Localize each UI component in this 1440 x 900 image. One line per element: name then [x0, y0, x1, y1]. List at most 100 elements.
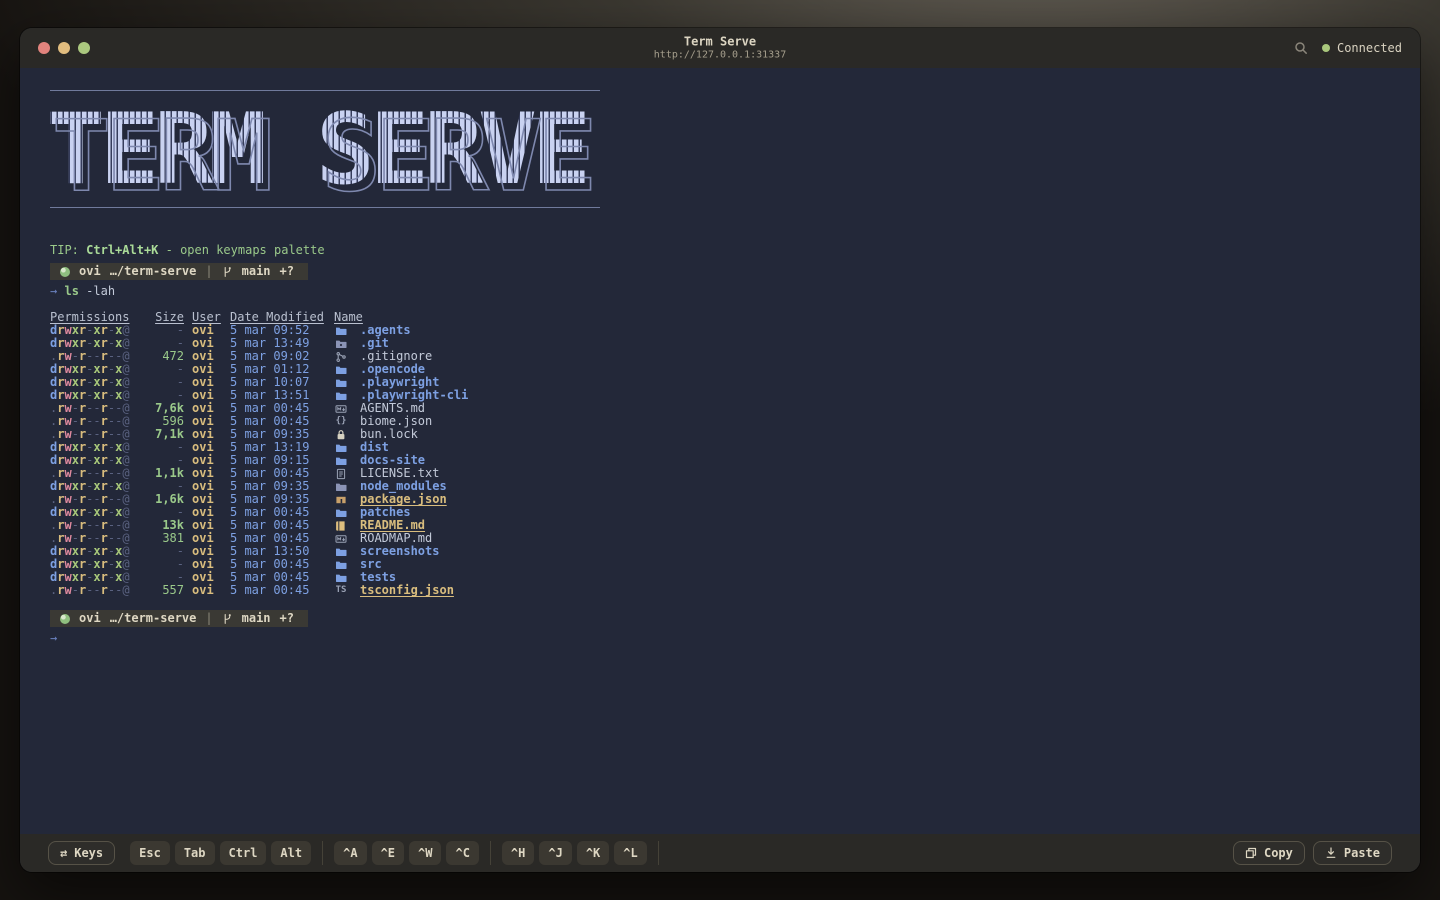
window-title-group: Term Serve http://127.0.0.1:31337 [654, 34, 786, 62]
close-button[interactable] [38, 42, 50, 54]
table-row: .rw-r--r--@ 557 ovi 5 mar 00:45 TS tsconfig.j… [50, 584, 1420, 597]
key-button-ctrl[interactable]: Ctrl [219, 841, 267, 865]
file-name: tsconfig.json [360, 583, 454, 597]
prompt-branch: main [241, 264, 271, 278]
key-button-ctrl-e[interactable]: ^E [371, 841, 405, 865]
ascii-logo: TERM SERVE [46, 101, 592, 206]
git-branch-icon [222, 266, 233, 278]
prompt-git-flags: +? [279, 264, 294, 278]
prompt-separator: | [205, 611, 213, 625]
server-url: http://127.0.0.1:31337 [653, 49, 787, 61]
key-button-ctrl-w[interactable]: ^W [409, 841, 442, 865]
bottom-toolbar: ⇄ Keys Esc Tab Ctrl Alt ^A ^E ^W ^C ^H ^J ^K ^L C… [20, 834, 1420, 872]
os-icon [60, 613, 70, 624]
key-button-alt[interactable]: Alt [271, 841, 312, 865]
file-listing-rows: drwxr-xr-x@ - ovi 5 mar 09:52 .agents drwxr-x… [50, 324, 1420, 597]
folder-icon [334, 455, 348, 467]
file-name: README.md [360, 518, 426, 532]
search-icon[interactable] [1294, 41, 1308, 55]
tip-label: TIP: [50, 243, 79, 257]
copy-button-label: Copy [1263, 846, 1293, 860]
prompt-arrow: → [50, 284, 58, 298]
file-listing: Permissions Size User Date Modified Name drw… [50, 311, 1420, 597]
prompt-git-flags: +? [279, 611, 294, 625]
folder-icon [334, 546, 348, 558]
paste-button-label: Paste [1343, 846, 1380, 860]
folder-icon [334, 507, 348, 519]
file-user: ovi [192, 583, 214, 597]
key-button-ctrl-j[interactable]: ^J [539, 841, 572, 865]
doc-icon [334, 468, 348, 480]
markdown-icon [334, 533, 348, 545]
command-line: → ls -lah [50, 285, 1420, 298]
file-name: dist [360, 440, 389, 454]
connection-status-label: Connected [1336, 41, 1402, 55]
keys-button[interactable]: ⇄ Keys [48, 841, 116, 865]
key-button-ctrl-l[interactable]: ^L [614, 841, 647, 865]
prompt-separator: | [205, 264, 213, 278]
prompt-user: ovi [79, 611, 101, 625]
traffic-lights [38, 42, 90, 54]
markdown-icon [334, 403, 348, 415]
file-name: bun.lock [360, 427, 418, 441]
connection-status: Connected [1321, 41, 1402, 55]
file-name: LICENSE.txt [360, 466, 440, 480]
toolbar-divider [322, 841, 324, 865]
folder-icon [334, 364, 348, 376]
command-args: -lah [86, 284, 116, 298]
toolbar-divider [657, 841, 659, 865]
key-button-ctrl-a[interactable]: ^A [334, 841, 367, 865]
file-name: .playwright [360, 375, 440, 389]
file-permissions: .rw-r--r--@ [50, 583, 130, 597]
terminal-screen[interactable]: TERM SERVE TIP: Ctrl+Alt+K - open keymap… [20, 68, 1420, 834]
prompt-path: …/term-serve [109, 611, 197, 625]
paste-button[interactable]: Paste [1312, 841, 1392, 865]
minimize-button[interactable] [58, 42, 70, 54]
book-icon [334, 520, 348, 532]
title-bar: Term Serve http://127.0.0.1:31337 Connec… [20, 28, 1420, 68]
folder-icon [334, 390, 348, 402]
modifier-keys-group: Esc Tab Ctrl Alt [130, 841, 312, 865]
toolbar-divider [489, 841, 491, 865]
zoom-button[interactable] [78, 42, 90, 54]
prompt-arrow: → [50, 631, 58, 645]
git-icon [334, 351, 348, 363]
folder-icon [334, 572, 348, 584]
prompt-bar: ovi …/term-serve | main +? [50, 263, 308, 280]
swap-arrows-icon: ⇄ [60, 846, 68, 860]
copy-icon [1245, 847, 1257, 859]
key-button-ctrl-c[interactable]: ^C [446, 841, 479, 865]
file-name: ROADMAP.md [360, 531, 433, 545]
keys-button-label: Keys [74, 846, 104, 860]
command-name: ls [64, 284, 79, 298]
file-name: .playwright-cli [360, 388, 469, 402]
file-name: patches [360, 505, 411, 519]
key-button-tab[interactable]: Tab [174, 841, 215, 865]
file-name: .agents [360, 323, 411, 337]
connected-dot-icon [1321, 44, 1330, 52]
input-line[interactable]: → [50, 632, 1420, 645]
prompt-user: ovi [79, 264, 101, 278]
window-title: Term Serve [683, 34, 757, 49]
logo-rule-bottom [50, 207, 600, 208]
file-name: screenshots [360, 544, 440, 558]
key-button-esc[interactable]: Esc [130, 841, 170, 865]
file-name: .git [360, 336, 389, 350]
app-window: Term Serve http://127.0.0.1:31337 Connec… [20, 28, 1420, 872]
key-button-ctrl-k[interactable]: ^K [576, 841, 610, 865]
file-name: AGENTS.md [360, 401, 426, 415]
file-size: 557 [162, 583, 184, 597]
folder-icon [334, 325, 348, 337]
key-button-ctrl-h[interactable]: ^H [501, 841, 535, 865]
prompt-branch: main [241, 611, 271, 625]
file-date: 5 mar 00:45 [230, 583, 310, 597]
folder-git-icon [334, 338, 348, 350]
file-name: .gitignore [360, 349, 433, 363]
ctrl-keys-group-1: ^A ^E ^W ^C [334, 841, 479, 865]
git-branch-icon [222, 613, 233, 625]
logo-rule-top [50, 90, 600, 91]
file-name: node_modules [360, 479, 447, 493]
braces-icon: {} [335, 416, 347, 426]
copy-button[interactable]: Copy [1232, 841, 1305, 865]
npm-icon [334, 494, 348, 506]
